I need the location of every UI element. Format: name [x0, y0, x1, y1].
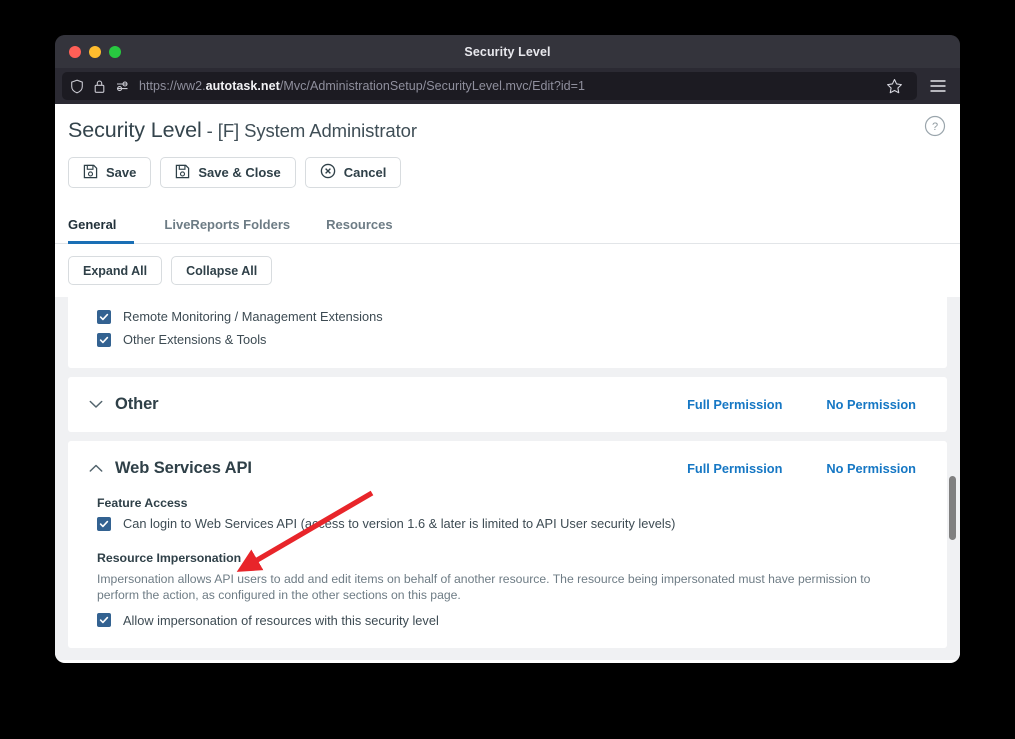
extensions-card: Remote Monitoring / Management Extension…: [68, 297, 947, 368]
section-other-header[interactable]: Other Full Permission No Permission: [68, 377, 947, 432]
collapse-all-label: Collapse All: [186, 263, 258, 278]
checkbox-row-remote-monitoring[interactable]: Remote Monitoring / Management Extension…: [68, 305, 947, 328]
settings-content-area: Expand All Collapse All Remote Monitorin…: [55, 244, 960, 660]
section-web-services-api-header[interactable]: Web Services API Full Permission No Perm…: [68, 441, 947, 496]
vertical-scrollbar[interactable]: [947, 244, 958, 660]
resource-impersonation-label: Resource Impersonation: [97, 551, 242, 565]
help-icon[interactable]: ?: [924, 115, 946, 137]
page-settings-icon[interactable]: [115, 79, 130, 94]
expand-all-label: Expand All: [83, 263, 148, 278]
cancel-button[interactable]: Cancel: [304, 157, 402, 188]
chevron-down-icon[interactable]: [86, 400, 106, 409]
save-and-close-button[interactable]: Save & Close: [160, 157, 296, 188]
browser-window: Security Level https://ww2.autotask.net/…: [55, 35, 960, 663]
page-header: Security Level - [F] System Administrato…: [55, 104, 960, 143]
window-title: Security Level: [464, 44, 551, 59]
cancel-button-label: Cancel: [343, 165, 387, 180]
resource-impersonation-description: Impersonation allows API users to add an…: [97, 572, 871, 603]
tab-livereports-folders[interactable]: LiveReports Folders: [146, 217, 308, 244]
full-permission-link[interactable]: Full Permission: [687, 397, 782, 412]
tab-general[interactable]: General: [68, 217, 135, 244]
expand-all-button[interactable]: Expand All: [68, 256, 163, 285]
checkbox-checked-icon[interactable]: [97, 309, 111, 324]
checkbox-label: Can login to Web Services API (access to…: [123, 516, 676, 531]
url-prefix: https://ww2.: [139, 79, 206, 93]
url-display[interactable]: https://ww2.autotask.net/Mvc/Administrat…: [139, 79, 870, 93]
save-button-label: Save: [106, 165, 137, 180]
section-web-services-api-body: Feature Access Can login to Web Services…: [68, 496, 947, 648]
tab-resources[interactable]: Resources: [308, 217, 410, 244]
browser-navbar: https://ww2.autotask.net/Mvc/Administrat…: [55, 68, 960, 104]
section-other-permission-links: Full Permission No Permission: [687, 397, 916, 412]
section-web-services-api-title: Web Services API: [115, 459, 252, 477]
close-circle-icon: [320, 163, 336, 182]
settings-scroll-body[interactable]: Remote Monitoring / Management Extension…: [55, 297, 960, 660]
checkbox-label: Other Extensions & Tools: [123, 332, 267, 347]
checkbox-row-can-login-api[interactable]: Can login to Web Services API (access to…: [97, 516, 927, 531]
page-title-main: Security Level: [68, 118, 202, 142]
full-permission-link[interactable]: Full Permission: [687, 461, 782, 476]
save-and-close-button-label: Save & Close: [198, 165, 281, 180]
minimize-window-button[interactable]: [89, 45, 101, 58]
url-domain: autotask.net: [205, 79, 280, 93]
shield-icon[interactable]: [70, 79, 84, 94]
chevron-up-icon[interactable]: [86, 464, 106, 473]
save-icon: [175, 164, 190, 182]
tab-general-label: General: [68, 217, 117, 232]
page-title: Security Level - [F] System Administrato…: [68, 118, 940, 143]
expand-collapse-row: Expand All Collapse All: [55, 244, 960, 297]
hamburger-menu-icon[interactable]: [923, 72, 953, 100]
checkbox-checked-icon[interactable]: [97, 332, 111, 347]
star-icon[interactable]: [879, 72, 909, 100]
collapse-all-button[interactable]: Collapse All: [171, 256, 273, 285]
checkbox-checked-icon[interactable]: [97, 516, 111, 531]
lock-icon[interactable]: [93, 79, 106, 94]
section-web-services-permission-links: Full Permission No Permission: [687, 461, 916, 476]
checkbox-row-other-extensions[interactable]: Other Extensions & Tools: [68, 328, 947, 351]
maximize-window-button[interactable]: [109, 45, 121, 58]
no-permission-link[interactable]: No Permission: [826, 461, 916, 476]
traffic-light-buttons[interactable]: [69, 45, 121, 58]
scrollbar-thumb[interactable]: [949, 476, 956, 540]
close-window-button[interactable]: [69, 45, 81, 58]
tab-livereports-folders-label: LiveReports Folders: [164, 217, 291, 232]
checkbox-label: Remote Monitoring / Management Extension…: [123, 309, 383, 324]
section-web-services-api: Web Services API Full Permission No Perm…: [68, 441, 947, 648]
url-path: /Mvc/AdministrationSetup/SecurityLevel.m…: [279, 79, 586, 93]
checkbox-checked-icon[interactable]: [97, 613, 111, 628]
section-other-title: Other: [115, 395, 159, 413]
feature-access-label: Feature Access: [97, 496, 188, 510]
svg-text:?: ?: [932, 121, 938, 133]
page-viewport: Security Level - [F] System Administrato…: [55, 104, 960, 663]
checkbox-row-allow-impersonation[interactable]: Allow impersonation of resources with th…: [97, 613, 927, 628]
no-permission-link[interactable]: No Permission: [826, 397, 916, 412]
tab-resources-label: Resources: [326, 217, 393, 232]
save-icon: [83, 164, 98, 182]
action-toolbar: Save Save & Close Cancel: [55, 143, 960, 188]
section-other: Other Full Permission No Permission: [68, 377, 947, 432]
page-title-sub: - [F] System Administrator: [201, 120, 417, 141]
checkbox-label: Allow impersonation of resources with th…: [123, 612, 439, 628]
tab-bar: General LiveReports Folders Resources: [55, 201, 960, 244]
save-button[interactable]: Save: [68, 157, 152, 188]
address-bar[interactable]: https://ww2.autotask.net/Mvc/Administrat…: [62, 72, 917, 100]
window-titlebar: Security Level: [55, 35, 960, 68]
